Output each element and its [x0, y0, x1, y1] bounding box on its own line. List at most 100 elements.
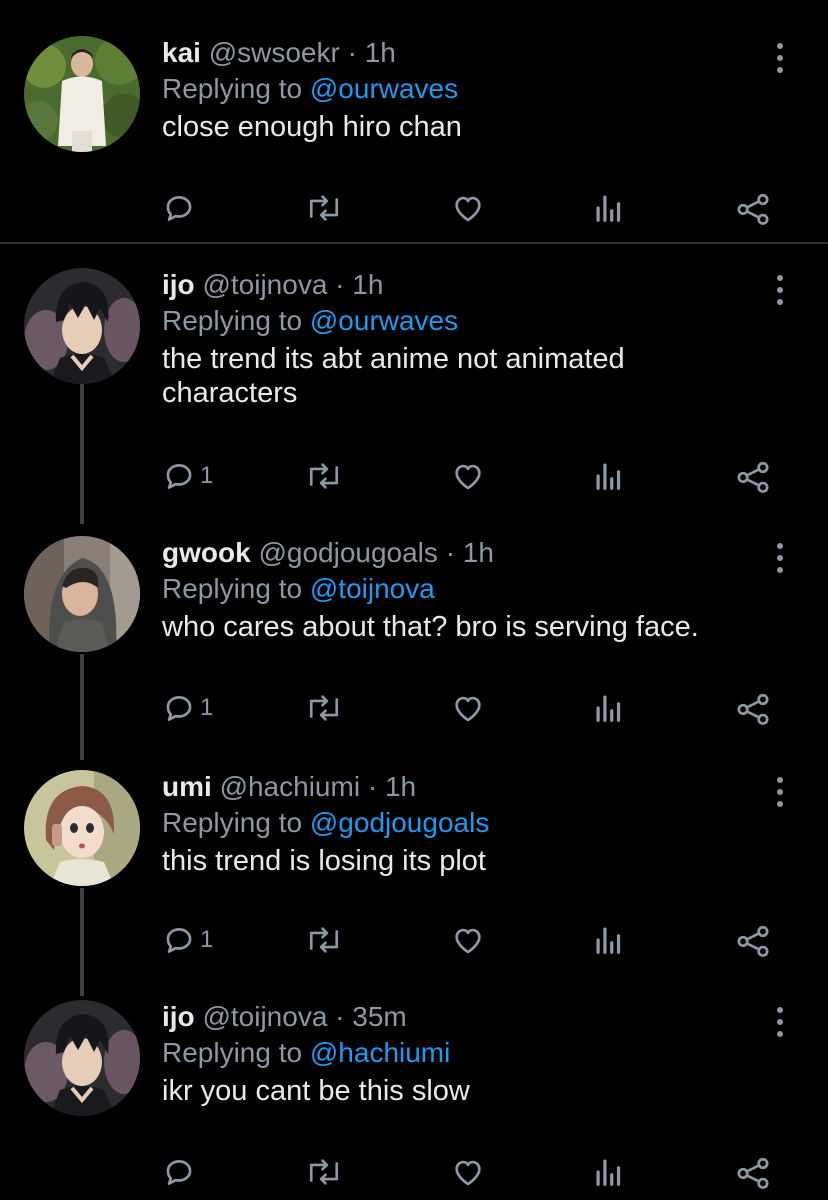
- views-icon: [596, 695, 621, 722]
- more-options-button[interactable]: [768, 774, 792, 810]
- action-bar: 1: [0, 456, 828, 496]
- like-button[interactable]: [450, 1152, 486, 1192]
- heart-icon: [455, 696, 481, 722]
- avatar[interactable]: [24, 536, 140, 652]
- username[interactable]: @toijnova: [202, 1001, 327, 1032]
- username[interactable]: @hachiumi: [220, 771, 360, 802]
- share-button[interactable]: [734, 1152, 772, 1192]
- timestamp[interactable]: 1h: [385, 771, 416, 802]
- mention-link[interactable]: @ourwaves: [310, 73, 458, 104]
- reply-button[interactable]: 1: [162, 456, 213, 496]
- timestamp[interactable]: 35m: [352, 1001, 406, 1032]
- avatar-image: [24, 1000, 140, 1116]
- username[interactable]: @toijnova: [202, 269, 327, 300]
- reply-icon: [166, 196, 192, 221]
- replying-prefix: Replying to: [162, 305, 310, 336]
- share-icon: [737, 925, 769, 957]
- username[interactable]: @swsoekr: [209, 37, 340, 68]
- like-button[interactable]: [450, 688, 486, 728]
- avatar[interactable]: [24, 770, 140, 886]
- display-name[interactable]: ijo: [162, 1001, 195, 1032]
- avatar-image: [24, 36, 140, 152]
- retweet-icon: [309, 927, 339, 953]
- action-bar: 1: [0, 920, 828, 960]
- timestamp[interactable]: 1h: [365, 37, 396, 68]
- separator-dot: ·: [347, 37, 357, 68]
- more-options-button[interactable]: [768, 540, 792, 576]
- share-button[interactable]: [734, 456, 772, 496]
- reply-count: 1: [200, 694, 214, 721]
- reply-button[interactable]: 1: [162, 920, 213, 960]
- tweet-header: gwook @godjougoals · 1h: [162, 536, 494, 570]
- retweet-icon: [309, 1159, 339, 1185]
- separator-dot: ·: [445, 537, 456, 568]
- tweet-text: close enough hiro chan: [162, 111, 462, 143]
- reply-icon: [166, 928, 192, 953]
- tweet-header: kai @swsoekr · 1h: [162, 36, 396, 70]
- replying-to: Replying to @toijnova: [162, 572, 435, 606]
- like-button[interactable]: [450, 456, 486, 496]
- tweet-header: ijo @toijnova · 1h: [162, 268, 383, 302]
- retweet-button[interactable]: [304, 188, 344, 228]
- avatar[interactable]: [24, 36, 140, 152]
- views-button[interactable]: [594, 920, 624, 960]
- display-name[interactable]: kai: [162, 37, 201, 68]
- more-options-button[interactable]: [768, 272, 792, 308]
- avatar[interactable]: [24, 1000, 140, 1116]
- replying-prefix: Replying to: [162, 73, 310, 104]
- share-button[interactable]: [734, 920, 772, 960]
- mention-link[interactable]: @ourwaves: [310, 305, 458, 336]
- more-options-button[interactable]: [768, 1004, 792, 1040]
- views-button[interactable]: [594, 456, 624, 496]
- views-button[interactable]: [594, 688, 624, 728]
- replying-to: Replying to @ourwaves: [162, 72, 458, 106]
- views-button[interactable]: [594, 188, 624, 228]
- share-button[interactable]: [734, 188, 772, 228]
- replying-to: Replying to @godjougoals: [162, 806, 489, 840]
- action-bar: 1: [0, 688, 828, 728]
- avatar-image: [24, 536, 140, 652]
- retweet-icon: [309, 463, 339, 489]
- thread-line: [80, 384, 84, 524]
- mention-link[interactable]: @godjougoals: [310, 807, 489, 838]
- more-icon: [777, 543, 783, 573]
- like-button[interactable]: [450, 188, 486, 228]
- views-icon: [596, 463, 621, 490]
- tweet-text: ikr you cant be this slow: [162, 1075, 470, 1107]
- reply-icon: [166, 696, 192, 721]
- more-options-button[interactable]: [768, 40, 792, 76]
- tweet-text: this trend is losing its plot: [162, 845, 486, 877]
- views-button[interactable]: [594, 1152, 624, 1192]
- mention-link[interactable]: @toijnova: [310, 573, 435, 604]
- views-icon: [596, 927, 621, 954]
- retweet-button[interactable]: [304, 1152, 344, 1192]
- tweet-header: ijo @toijnova · 35m: [162, 1000, 407, 1034]
- avatar-image: [24, 770, 140, 886]
- share-icon: [737, 193, 769, 225]
- retweet-button[interactable]: [304, 688, 344, 728]
- reply-button[interactable]: [162, 1152, 200, 1192]
- retweet-icon: [309, 195, 339, 221]
- display-name[interactable]: ijo: [162, 269, 195, 300]
- reply-count: 1: [200, 462, 214, 489]
- more-icon: [777, 43, 783, 73]
- retweet-button[interactable]: [304, 456, 344, 496]
- timestamp[interactable]: 1h: [352, 269, 383, 300]
- avatar[interactable]: [24, 268, 140, 384]
- display-name[interactable]: umi: [162, 771, 212, 802]
- separator-dot: ·: [335, 269, 345, 300]
- reply-button[interactable]: 1: [162, 688, 213, 728]
- username[interactable]: @godjougoals: [258, 537, 437, 568]
- mention-link[interactable]: @hachiumi: [310, 1037, 450, 1068]
- tweet-header: umi @hachiumi · 1h: [162, 770, 416, 804]
- reply-button[interactable]: [162, 188, 200, 228]
- action-bar: [0, 1152, 828, 1192]
- display-name[interactable]: gwook: [162, 537, 251, 568]
- retweet-button[interactable]: [304, 920, 344, 960]
- replying-prefix: Replying to: [162, 807, 310, 838]
- replying-to: Replying to @ourwaves: [162, 304, 458, 338]
- share-button[interactable]: [734, 688, 772, 728]
- separator-dot: ·: [367, 771, 378, 802]
- timestamp[interactable]: 1h: [463, 537, 494, 568]
- like-button[interactable]: [450, 920, 486, 960]
